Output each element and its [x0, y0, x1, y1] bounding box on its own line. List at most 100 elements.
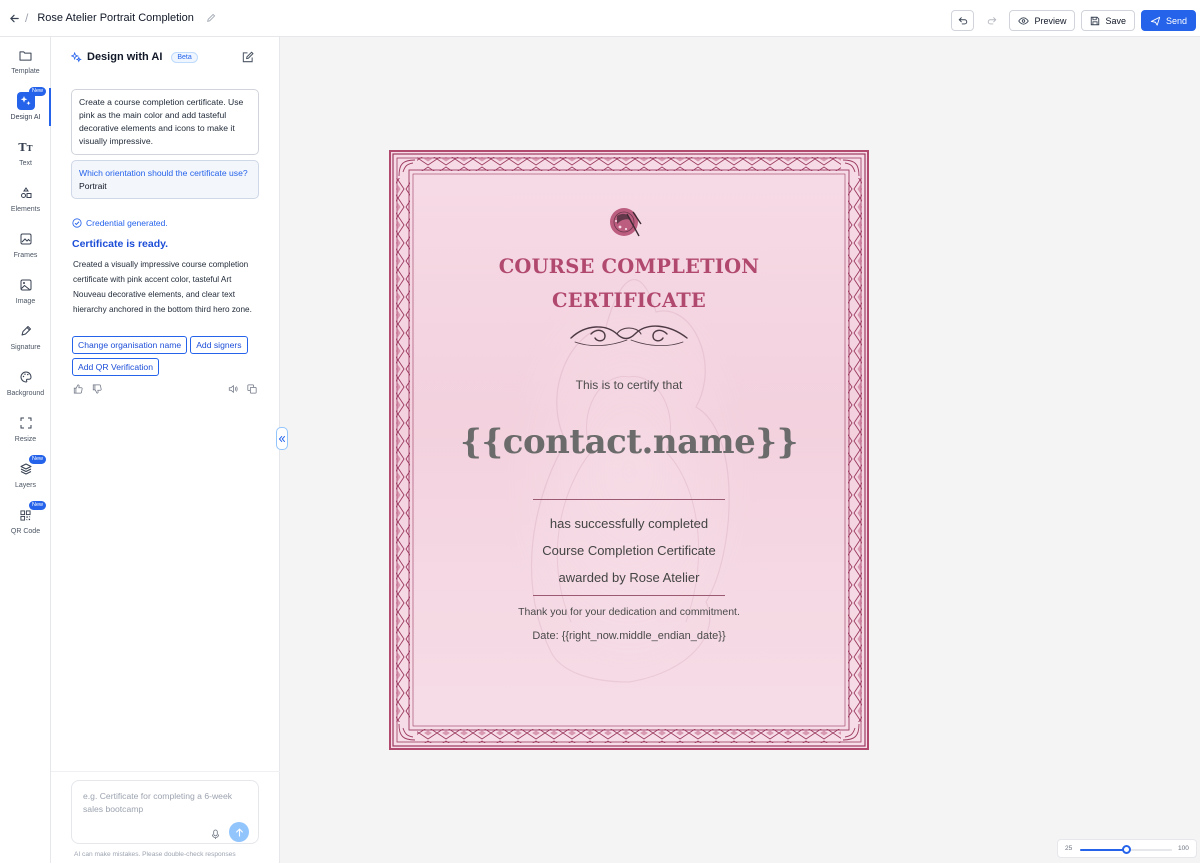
response-tools: [228, 381, 257, 399]
completion-line-1: has successfully completed: [549, 516, 709, 531]
rail-label: Frames: [13, 252, 38, 259]
composer-area: AI can make mistakes. Please double-chec…: [51, 771, 280, 863]
microphone-icon[interactable]: [211, 827, 220, 845]
eye-icon: [1018, 16, 1030, 25]
new-badge: New: [29, 501, 47, 510]
rail-item-signature[interactable]: Signature: [0, 316, 51, 360]
background-motif: [499, 272, 759, 683]
rail-label: Template: [11, 68, 40, 75]
certificate-canvas[interactable]: COURSE COMPLETION CERTIFICATE This is to…: [389, 150, 869, 750]
rail-item-design-ai[interactable]: New Design AI: [0, 86, 51, 130]
date-text: Date: {{right_now.middle_endian_date}}: [532, 630, 726, 642]
user-message: Create a course completion certificate. …: [71, 89, 259, 155]
zoom-track[interactable]: [1080, 845, 1172, 854]
rail-item-image[interactable]: Image: [0, 270, 51, 314]
pencil-icon[interactable]: [206, 13, 216, 23]
rail-item-frames[interactable]: Frames: [0, 224, 51, 268]
submit-prompt-button[interactable]: [229, 822, 249, 842]
shapes-icon: [17, 184, 35, 202]
sparkles-icon: [71, 51, 82, 62]
zoom-slider-handle[interactable]: [1122, 845, 1131, 854]
prompt-input[interactable]: [83, 790, 251, 820]
rail-item-elements[interactable]: Elements: [0, 178, 51, 222]
chevron-double-left-icon: [278, 435, 286, 442]
rail-item-layers[interactable]: New Layers: [0, 454, 51, 498]
redo-icon: [987, 16, 997, 24]
zoom-fill: [1080, 849, 1126, 851]
top-bar: / Rose Atelier Portrait Completion Previ…: [0, 0, 1200, 37]
floppy-disk-icon: [1091, 16, 1100, 25]
panel-header: Design with AI Beta: [71, 51, 198, 63]
preview-label: Preview: [1034, 15, 1067, 26]
new-badge: New: [29, 87, 47, 96]
chip-add-qr-verification[interactable]: Add QR Verification: [72, 358, 159, 376]
rail-label: Layers: [14, 482, 36, 489]
orientation-question: Which orientation should the certificate…: [71, 160, 259, 199]
speaker-icon[interactable]: [228, 381, 238, 399]
check-circle-icon: [72, 218, 82, 228]
thanks-text: Thank you for your dedication and commit…: [518, 606, 740, 618]
ai-disclaimer: AI can make mistakes. Please double-chec…: [74, 851, 236, 858]
text-icon: TT: [18, 140, 33, 154]
collapse-panel-button[interactable]: [276, 427, 288, 450]
chip-add-signers[interactable]: Add signers: [190, 336, 248, 354]
certify-text: This is to certify that: [575, 378, 683, 392]
chip-change-organisation-name[interactable]: Change organisation name: [72, 336, 188, 354]
palette-icon: [17, 368, 35, 386]
send-icon: [1150, 16, 1161, 26]
ai-description: Created a visually impressive course com…: [73, 260, 252, 314]
thumbs-down-icon[interactable]: [92, 381, 102, 399]
send-label: Send: [1165, 15, 1187, 26]
frame-icon: [17, 230, 35, 248]
answer-text: Portrait: [79, 180, 107, 191]
zoom-min-label: 25: [1065, 845, 1073, 852]
beta-badge: Beta: [171, 51, 198, 63]
undo-icon: [958, 16, 968, 24]
suggestion-chips: Change organisation name Add signers Add…: [72, 336, 267, 376]
image-icon: [17, 276, 35, 294]
redo-button[interactable]: [980, 10, 1004, 31]
left-tool-rail: Template New Design AI TT Text Elements …: [0, 37, 51, 863]
feedback-buttons: [73, 381, 102, 399]
zoom-control: 25 100: [1057, 839, 1197, 858]
status-line: Credential generated.: [72, 218, 168, 228]
design-ai-panel: Design with AI Beta Create a course comp…: [51, 37, 280, 863]
rail-label: Background: [6, 390, 45, 397]
new-chat-icon[interactable]: [241, 51, 254, 69]
title-line-2: CERTIFICATE: [551, 289, 706, 312]
rail-item-text[interactable]: TT Text: [0, 132, 51, 176]
completion-line-2: Course Completion Certificate: [542, 543, 716, 558]
completion-text: has successfully completed Course Comple…: [391, 510, 867, 591]
rail-label: Image: [15, 298, 36, 305]
send-button[interactable]: Send: [1140, 10, 1196, 31]
pen-icon: [17, 322, 35, 340]
status-text: Credential generated.: [86, 218, 168, 228]
save-button[interactable]: Save: [1081, 10, 1135, 31]
question-text: Which orientation should the certificate…: [79, 168, 248, 178]
preview-button[interactable]: Preview: [1009, 10, 1076, 31]
copy-icon[interactable]: [247, 381, 257, 399]
prompt-composer: [71, 780, 259, 844]
back-arrow-icon[interactable]: [7, 13, 21, 24]
document-title[interactable]: Rose Atelier Portrait Completion: [37, 12, 194, 24]
rail-item-qr-code[interactable]: New QR Code: [0, 500, 51, 544]
new-badge: New: [29, 455, 47, 464]
rail-item-template[interactable]: Template: [0, 40, 51, 84]
rail-label: Resize: [14, 436, 37, 443]
folder-icon: [17, 46, 35, 64]
recipient-name: {{contact.name}}: [460, 422, 798, 462]
completion-line-3: awarded by Rose Atelier: [558, 570, 700, 585]
save-label: Save: [1105, 15, 1126, 26]
rail-label: Elements: [10, 206, 41, 213]
rail-label: Design AI: [10, 114, 41, 121]
atelier-logo-icon: [610, 208, 642, 237]
rail-label: Signature: [10, 344, 41, 351]
zoom-max-label: 100: [1178, 845, 1189, 852]
ready-heading: Certificate is ready.: [72, 238, 169, 250]
thumbs-up-icon[interactable]: [73, 381, 83, 399]
certificate-title: COURSE COMPLETION CERTIFICATE: [391, 250, 867, 318]
undo-button[interactable]: [951, 10, 975, 31]
rail-item-background[interactable]: Background: [0, 362, 51, 406]
rail-item-resize[interactable]: Resize: [0, 408, 51, 452]
panel-title: Design with AI: [87, 51, 163, 63]
